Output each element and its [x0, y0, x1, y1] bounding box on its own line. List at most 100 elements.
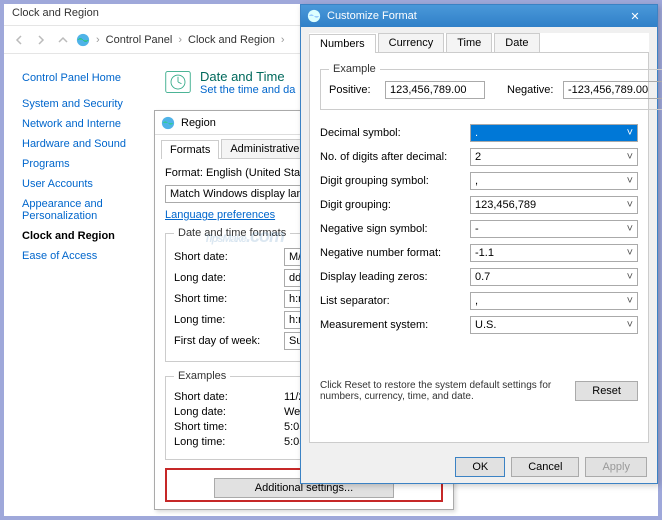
cf-field-row: Decimal symbol:.˅ [320, 124, 638, 142]
cf-title-text: Customize Format [327, 10, 417, 22]
cf-field-value: 2 [475, 151, 481, 163]
cf-field-row: Measurement system: U.S. ˅ [320, 316, 638, 334]
cf-field-dropdown[interactable]: 123,456,789 ˅ [470, 196, 638, 214]
globe-icon [307, 9, 321, 23]
example-group: Example Positive: 123,456,789.00 Negativ… [320, 63, 662, 110]
region-title-text: Region [181, 117, 216, 129]
chevron-down-icon: ˅ [627, 223, 633, 235]
sidebar-item[interactable]: Hardware and Sound [22, 138, 146, 150]
breadcrumb-item[interactable]: Clock and Region [188, 34, 275, 46]
cf-field-value: , [475, 295, 478, 307]
chevron-down-icon: ˅ [627, 271, 633, 283]
positive-label: Positive: [329, 84, 379, 96]
cf-field-value: U.S. [475, 319, 496, 331]
nav-up-icon[interactable] [54, 31, 72, 49]
breadcrumb-item[interactable]: Control Panel [106, 34, 173, 46]
cf-field-label: Measurement system: [320, 319, 470, 331]
cf-field-value: -1.1 [475, 247, 494, 259]
reset-text: Click Reset to restore the system defaul… [320, 380, 565, 402]
cf-field-value: , [475, 175, 478, 187]
chevron-down-icon: ˅ [627, 175, 633, 187]
sidebar-item[interactable]: Network and Interne [22, 118, 146, 130]
example-label: Long date: [174, 406, 284, 418]
sidebar-item[interactable]: Programs [22, 158, 146, 170]
globe-icon [161, 116, 175, 130]
cf-field-dropdown[interactable]: ,˅ [470, 172, 638, 190]
cf-field-dropdown[interactable]: 2˅ [470, 148, 638, 166]
chevron-down-icon: ˅ [627, 319, 633, 331]
sidebar-item[interactable]: System and Security [22, 98, 146, 110]
example-legend: Example [329, 63, 380, 75]
nav-back-icon[interactable] [10, 31, 28, 49]
example-label: Short date: [174, 391, 284, 403]
customize-format-dialog: Customize Format ✕ Numbers Currency Time… [300, 4, 658, 484]
nav-forward-icon[interactable] [32, 31, 50, 49]
cf-field-label: Display leading zeros: [320, 271, 470, 283]
cf-field-label: List separator: [320, 295, 470, 307]
datetime-formats-legend: Date and time formats [174, 227, 290, 239]
breadcrumb-sep: › [178, 34, 182, 46]
cf-field-label: Negative number format: [320, 247, 470, 259]
close-icon[interactable]: ✕ [619, 10, 651, 23]
cf-field-label: Decimal symbol: [320, 127, 470, 139]
format-row-label: Long time: [174, 314, 284, 326]
sidebar-item[interactable]: Clock and Region [22, 230, 146, 242]
cf-tabs: Numbers Currency Time Date [309, 33, 649, 53]
cancel-button[interactable]: Cancel [511, 457, 579, 477]
globe-icon [76, 33, 90, 47]
tab-date[interactable]: Date [494, 33, 539, 52]
cf-field-dropdown[interactable]: 0.7˅ [470, 268, 638, 286]
tab-administrative[interactable]: Administrative [221, 139, 308, 158]
format-row-label: Short time: [174, 293, 284, 305]
sidebar-item[interactable]: User Accounts [22, 178, 146, 190]
language-preferences-link[interactable]: Language preferences [165, 209, 275, 221]
format-label: Format: English (United States) [165, 167, 318, 179]
cf-field-dropdown[interactable]: ,˅ [470, 292, 638, 310]
tab-numbers[interactable]: Numbers [309, 34, 376, 53]
sidebar-item[interactable]: Appearance and Personalization [22, 198, 146, 222]
cf-panel: Example Positive: 123,456,789.00 Negativ… [309, 53, 649, 443]
window-title: Clock and Region [12, 7, 99, 19]
tab-time[interactable]: Time [446, 33, 492, 52]
cf-field-row: Negative number format: -1.1 ˅ [320, 244, 638, 262]
cf-field-row: Display leading zeros:0.7˅ [320, 268, 638, 286]
breadcrumb-sep: › [281, 34, 285, 46]
reset-button[interactable]: Reset [575, 381, 638, 401]
cf-field-label: No. of digits after decimal: [320, 151, 470, 163]
cf-field-label: Negative sign symbol: [320, 223, 470, 235]
sidebar-item[interactable]: Ease of Access [22, 250, 146, 262]
chevron-down-icon: ˅ [627, 127, 633, 139]
cp-sidebar: Control Panel Home System and Security Ne… [4, 54, 154, 278]
cf-field-dropdown[interactable]: U.S. ˅ [470, 316, 638, 334]
cf-field-row: Digit grouping symbol:,˅ [320, 172, 638, 190]
category-heading[interactable]: Date and Time [200, 69, 295, 84]
chevron-down-icon: ˅ [627, 247, 633, 259]
cp-home-link[interactable]: Control Panel Home [22, 72, 146, 84]
apply-button[interactable]: Apply [585, 457, 647, 477]
example-label: Long time: [174, 436, 284, 448]
cf-field-row: List separator:,˅ [320, 292, 638, 310]
format-row-label: First day of week: [174, 335, 284, 347]
format-row-label: Short date: [174, 251, 284, 263]
clock-icon [164, 68, 192, 96]
chevron-down-icon: ˅ [627, 295, 633, 307]
category-sublink[interactable]: Set the time and da [200, 84, 295, 96]
tab-formats[interactable]: Formats [161, 140, 219, 159]
example-label: Short time: [174, 421, 284, 433]
cf-field-row: Digit grouping:123,456,789˅ [320, 196, 638, 214]
negative-value: -123,456,789.00 [563, 81, 662, 99]
cf-field-value: 123,456,789 [475, 199, 536, 211]
tab-currency[interactable]: Currency [378, 33, 445, 52]
format-row-label: Long date: [174, 272, 284, 284]
cf-field-value: . [475, 127, 478, 139]
cf-field-dropdown[interactable]: -˅ [470, 220, 638, 238]
ok-button[interactable]: OK [455, 457, 505, 477]
cf-field-dropdown[interactable]: -1.1 ˅ [470, 244, 638, 262]
cf-field-dropdown[interactable]: .˅ [470, 124, 638, 142]
cf-field-row: Negative sign symbol:-˅ [320, 220, 638, 238]
examples-legend: Examples [174, 370, 230, 382]
cf-field-value: - [475, 223, 479, 235]
cf-field-row: No. of digits after decimal:2˅ [320, 148, 638, 166]
breadcrumb-sep: › [96, 34, 100, 46]
chevron-down-icon: ˅ [627, 199, 633, 211]
